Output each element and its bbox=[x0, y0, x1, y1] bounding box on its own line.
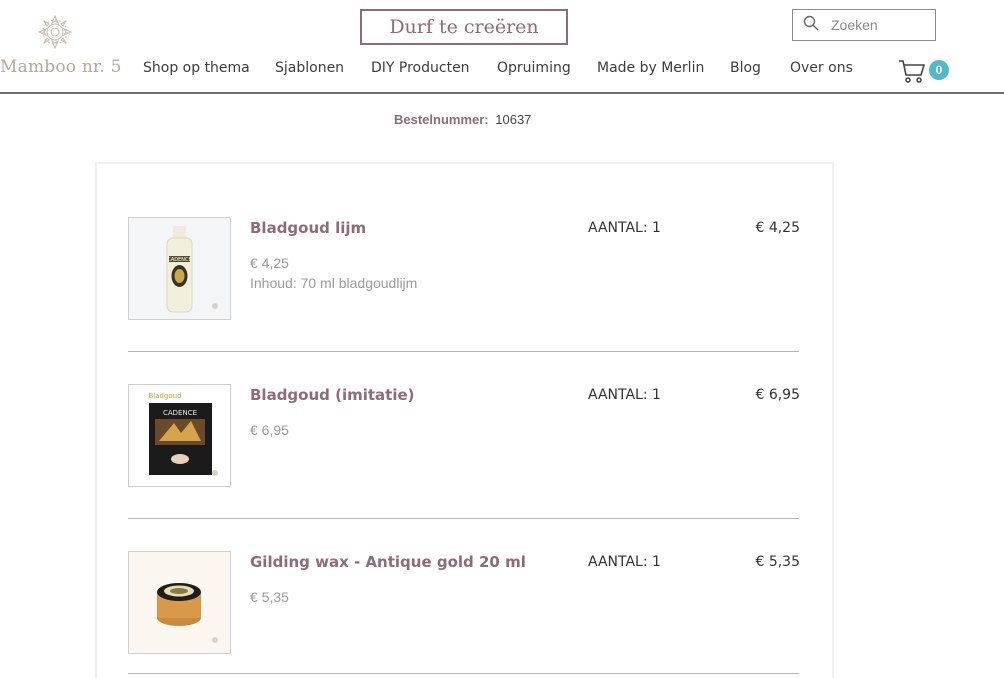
product-name[interactable]: Bladgoud lijm bbox=[250, 219, 366, 237]
product-quantity: AANTAL: 1 bbox=[588, 220, 661, 236]
cart-button[interactable]: 0 bbox=[898, 58, 954, 84]
product-total: € 6,95 bbox=[755, 387, 800, 403]
search-icon bbox=[803, 15, 819, 36]
product-quantity: AANTAL: 1 bbox=[588, 554, 661, 570]
nav-item-over-ons[interactable]: Over ons bbox=[790, 60, 853, 76]
order-number: Bestelnummer: 10637 bbox=[394, 112, 531, 127]
cart-icon bbox=[899, 60, 925, 83]
thumb-brand-label: CADENCE bbox=[167, 257, 191, 263]
nav-item-sjablonen[interactable]: Sjablonen bbox=[275, 60, 344, 76]
product-image[interactable] bbox=[128, 551, 231, 654]
product-quantity: AANTAL: 1 bbox=[588, 387, 661, 403]
search-input[interactable] bbox=[831, 17, 931, 33]
thumb-top-label: Bladgoud bbox=[148, 392, 181, 400]
search-box[interactable] bbox=[792, 9, 936, 41]
item-divider bbox=[128, 351, 799, 352]
product-name[interactable]: Gilding wax - Antique gold 20 ml bbox=[250, 553, 526, 571]
product-image[interactable]: Bladgoud CADENCE bbox=[128, 384, 231, 487]
order-number-label: Bestelnummer: bbox=[394, 112, 489, 127]
brand-logo-mandala-icon[interactable] bbox=[37, 14, 73, 50]
nav-item-made-by-merlin[interactable]: Made by Merlin bbox=[597, 60, 704, 76]
header-divider bbox=[0, 92, 1004, 94]
product-unit-price: € 5,35 bbox=[250, 589, 289, 605]
cart-count-badge: 0 bbox=[929, 60, 949, 80]
product-description: Inhoud: 70 ml bladgoudlijm bbox=[250, 275, 418, 291]
product-unit-price: € 6,95 bbox=[250, 422, 289, 438]
nav-item-blog[interactable]: Blog bbox=[730, 60, 761, 76]
product-unit-price: € 4,25 bbox=[250, 255, 289, 271]
item-divider bbox=[128, 673, 799, 674]
product-image[interactable]: CADENCE bbox=[128, 217, 231, 320]
product-total: € 5,35 bbox=[755, 554, 800, 570]
product-name[interactable]: Bladgoud (imitatie) bbox=[250, 386, 415, 404]
item-divider bbox=[128, 518, 799, 519]
cta-button[interactable]: Durf te creëren bbox=[360, 9, 568, 45]
nav-item-opruiming[interactable]: Opruiming bbox=[497, 60, 571, 76]
order-number-value: 10637 bbox=[495, 112, 532, 127]
brand-name[interactable]: Mamboo nr. 5 bbox=[0, 57, 122, 77]
product-total: € 4,25 bbox=[755, 220, 800, 236]
nav-item-diy-producten[interactable]: DIY Producten bbox=[371, 60, 470, 76]
nav-item-shop-op-thema[interactable]: Shop op thema bbox=[143, 60, 250, 76]
thumb-brand-label: CADENCE bbox=[163, 409, 197, 417]
